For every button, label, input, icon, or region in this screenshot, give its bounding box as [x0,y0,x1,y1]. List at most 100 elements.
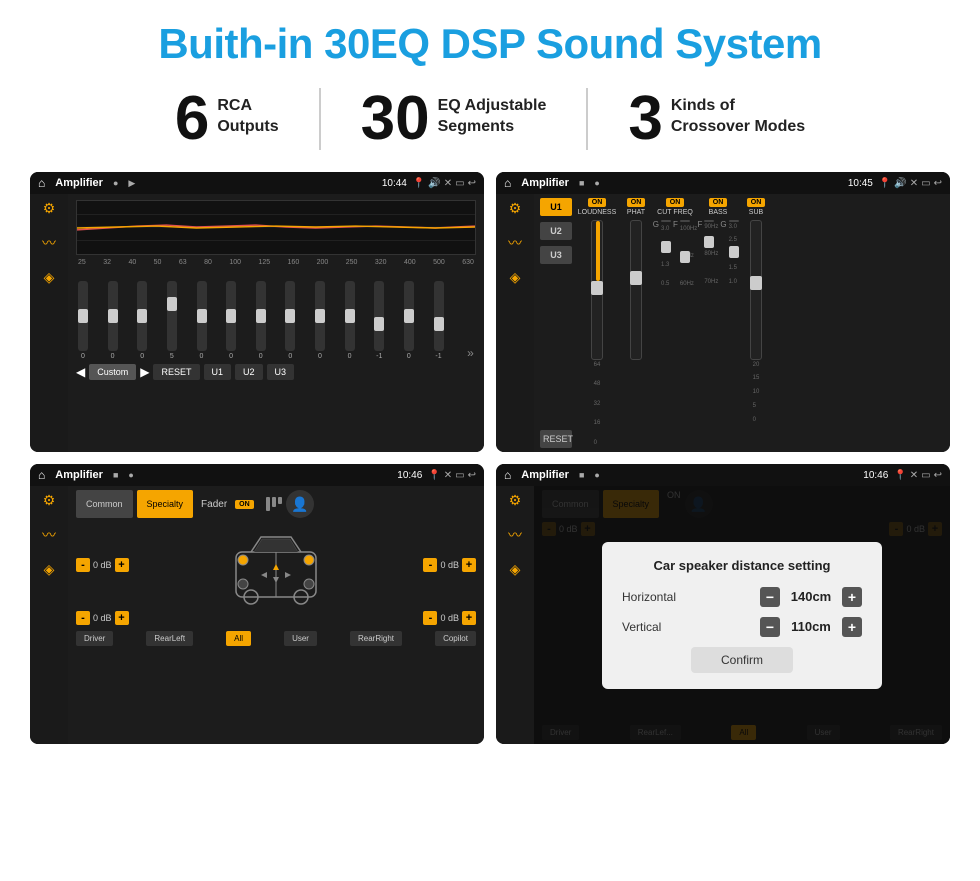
app-name-1: Amplifier [55,177,103,189]
status-bar-1: ⌂ Amplifier ● ▶ 10:44 📍 🔊 ✕ ▭ ↩ [30,172,484,194]
speaker-vol-icon[interactable]: ◈ [44,561,55,578]
speaker-tabs-row: Common Specialty Fader ON 👤 [76,490,476,518]
sub-on-badge: ON [747,198,766,207]
speaker-icon[interactable]: ◈ [44,269,55,286]
wave-icon[interactable]: 〰 [42,233,56,253]
vertical-row: Vertical − 110cm + [622,617,862,637]
wifi-icon-1: ✕ [444,178,452,189]
custom-preset-button[interactable]: Custom [89,364,136,380]
stats-row: 6 RCA Outputs 30 EQ Adjustable Segments … [30,88,950,150]
person-settings-button[interactable]: 👤 [286,490,314,518]
scroll-right-arrow[interactable]: » [467,346,474,360]
front-left-plus[interactable]: + [115,558,129,572]
u2-button[interactable]: U2 [235,364,263,380]
distance-dialog-content: ⚙ 〰 ◈ Common Specialty ON 👤 [496,486,950,744]
rear-left-minus[interactable]: - [76,611,90,625]
speaker-eq-icon[interactable]: ⚙ [43,492,56,509]
front-right-plus[interactable]: + [462,558,476,572]
fader-bars [266,497,282,511]
loudness-slider-l[interactable] [591,220,603,360]
speaker-wave-icon[interactable]: 〰 [42,525,56,545]
horizontal-row: Horizontal − 140cm + [622,587,862,607]
horizontal-control: − 140cm + [760,587,862,607]
vertical-minus-button[interactable]: − [760,617,780,637]
status-icons-2: 📍 🔊 ✕ ▭ ↩ [879,178,942,189]
front-left-db-value: 0 dB [93,560,112,570]
driver-button[interactable]: Driver [76,631,113,646]
next-preset-button[interactable]: ▶ [140,365,149,379]
rear-left-plus[interactable]: + [115,611,129,625]
horizontal-plus-button[interactable]: + [842,587,862,607]
stat-eq-number: 30 [361,88,430,150]
amp-wave-icon[interactable]: 〰 [508,233,522,253]
horizontal-label: Horizontal [622,590,692,604]
loudness-label: LOUDNESS [578,209,617,217]
eq-icon[interactable]: ⚙ [43,200,56,217]
time-1: 10:44 [382,178,407,189]
phat-label: PHAT [627,209,645,217]
dist-eq-icon[interactable]: ⚙ [509,492,522,509]
reset-s2-button[interactable]: RESET [540,430,572,448]
cutfreq-label: CUT FREQ [657,209,693,217]
stat-rca: 6 RCA Outputs [135,88,321,150]
horizontal-minus-button[interactable]: − [760,587,780,607]
screen-amp: ⌂ Amplifier ■ ● 10:45 📍 🔊 ✕ ▭ ↩ ⚙ 〰 [496,172,950,452]
prev-preset-button[interactable]: ◀ [76,365,85,379]
vertical-plus-button[interactable]: + [842,617,862,637]
amp-speaker-icon[interactable]: ◈ [510,269,521,286]
copilot-button[interactable]: Copilot [435,631,476,646]
cutfreq-slider-g[interactable] [661,220,671,222]
status-dots-3: ■ [113,470,118,480]
rear-right-plus[interactable]: + [462,611,476,625]
reset-button[interactable]: RESET [153,364,199,380]
cutfreq-slider-f[interactable] [680,220,690,222]
rearright-button[interactable]: RearRight [350,631,402,646]
page-title: Buith-in 30EQ DSP Sound System [30,20,950,68]
vertical-control: − 110cm + [760,617,862,637]
front-right-minus[interactable]: - [423,558,437,572]
status-icons-4: 📍 ✕ ▭ ↩ [894,470,942,481]
time-2: 10:45 [848,178,873,189]
specialty-tab[interactable]: Specialty [137,490,194,518]
dist-speaker-icon[interactable]: ◈ [510,561,521,578]
confirm-button[interactable]: Confirm [691,647,793,673]
location-icon-1: 📍 [413,178,425,189]
front-left-minus[interactable]: - [76,558,90,572]
time-4: 10:46 [863,470,888,481]
u2-preset-button[interactable]: U2 [540,222,572,240]
status-bar-4: ⌂ Amplifier ■ ● 10:46 📍 ✕ ▭ ↩ [496,464,950,486]
fader-label: Fader [201,499,227,510]
dist-wave-icon[interactable]: 〰 [508,525,522,545]
bass-slider-g[interactable] [729,220,739,222]
common-tab[interactable]: Common [76,490,133,518]
wifi-icon-4: ✕ [910,470,918,481]
eq-screen-content: ⚙ 〰 ◈ [30,194,484,452]
presets-col: U1 U2 U3 RESET [540,198,572,448]
status-dots-4: ■ [579,470,584,480]
sub-slider[interactable] [750,220,762,360]
speaker-sidebar: ⚙ 〰 ◈ [30,486,68,744]
bass-slider-f[interactable] [704,220,714,222]
u1-button[interactable]: U1 [204,364,232,380]
screen-distance-dialog: ⌂ Amplifier ■ ● 10:46 📍 ✕ ▭ ↩ ⚙ 〰 ◈ [496,464,950,744]
eq-slider-6: 0 [256,281,266,360]
all-button[interactable]: All [226,631,251,646]
time-3: 10:46 [397,470,422,481]
phat-slider[interactable] [630,220,642,360]
front-right-db-control: - 0 dB + [423,558,476,572]
amp-eq-icon[interactable]: ⚙ [509,200,522,217]
u1-preset-button[interactable]: U1 [540,198,572,216]
battery-icon-1: ▭ [455,178,464,189]
rear-left-db-control: - 0 dB + [76,611,129,625]
distance-dialog-box: Car speaker distance setting Horizontal … [602,542,882,689]
u3-preset-button[interactable]: U3 [540,246,572,264]
vertical-label: Vertical [622,620,692,634]
loudness-on-badge: ON [588,198,607,207]
back-icon-3: ↩ [468,470,476,481]
rearleft-button[interactable]: RearLeft [146,631,193,646]
u3-button[interactable]: U3 [267,364,295,380]
rear-right-minus[interactable]: - [423,611,437,625]
front-left-db-control: - 0 dB + [76,558,129,572]
user-button[interactable]: User [284,631,317,646]
location-icon-2: 📍 [879,178,891,189]
